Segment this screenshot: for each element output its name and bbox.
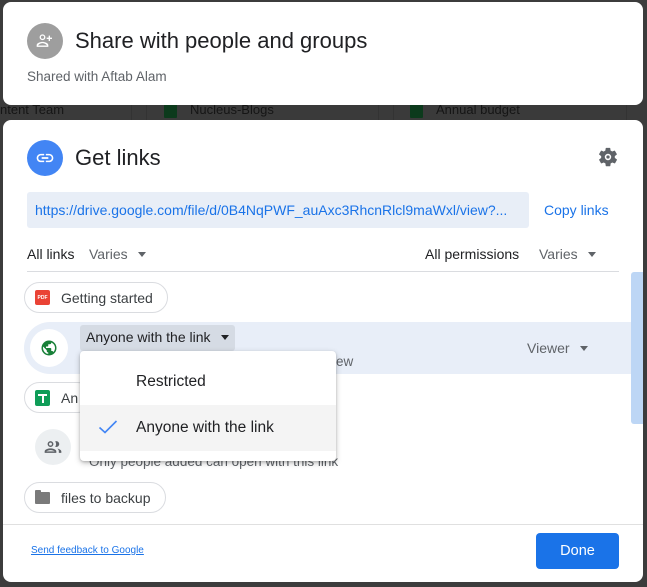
link-access-value: Anyone with the link [86,329,211,345]
menu-item-label: Anyone with the link [136,419,274,436]
share-panel-title: Share with people and groups [75,28,368,53]
file-name: An [61,389,79,406]
gear-icon[interactable] [597,146,619,168]
get-links-title: Get links [75,145,161,170]
role-dropdown[interactable]: Viewer [527,340,588,356]
copy-links-button[interactable]: Copy links [544,202,609,218]
folder-icon [35,489,50,504]
all-permissions-dropdown[interactable]: Varies [539,246,596,262]
done-button[interactable]: Done [536,533,619,569]
all-links-label: All links [27,246,75,262]
checkmark-icon [98,419,118,440]
link-url-field[interactable]: https://drive.google.com/file/d/0B4NqPWF… [27,192,529,228]
scrollbar-thumb[interactable] [631,272,643,424]
file-name: files to backup [61,489,151,506]
send-feedback-link[interactable]: Send feedback to Google [31,545,144,556]
link-icon [27,140,63,176]
sheets-icon [410,104,423,118]
footer-divider [3,524,643,525]
sheets-icon [164,104,177,118]
shared-with-text: Shared with Aftab Alam [27,69,167,84]
all-links-dropdown[interactable]: Varies [89,246,146,262]
background-strip [0,583,647,587]
link-access-dropdown[interactable]: Anyone with the link [80,325,235,351]
caret-down-icon [220,334,229,340]
people-icon [35,429,71,465]
share-with-people-panel[interactable]: Share with people and groups Shared with… [3,2,643,105]
all-permissions-label: All permissions [425,246,520,262]
file-chip-files-to-backup[interactable]: files to backup [24,482,166,513]
role-value: Viewer [527,340,570,356]
all-links-value: Varies [89,246,128,262]
globe-icon [30,329,68,367]
menu-item-anyone-with-link[interactable]: Anyone with the link [80,405,336,451]
filter-row: All links Varies All permissions Varies [27,244,619,270]
sheets-icon [35,389,50,406]
menu-item-label: Restricted [136,373,206,390]
caret-down-icon [137,251,146,257]
caret-down-icon [587,251,596,257]
menu-item-restricted[interactable]: Restricted [80,359,336,405]
pdf-icon: PDF [35,290,50,305]
link-access-menu: Restricted Anyone with the link [80,351,336,461]
person-add-icon [27,23,63,59]
caret-down-icon [579,345,588,351]
file-chip-getting-started[interactable]: PDF Getting started [24,282,168,313]
file-name: Getting started [61,289,153,306]
all-permissions-value: Varies [539,246,578,262]
